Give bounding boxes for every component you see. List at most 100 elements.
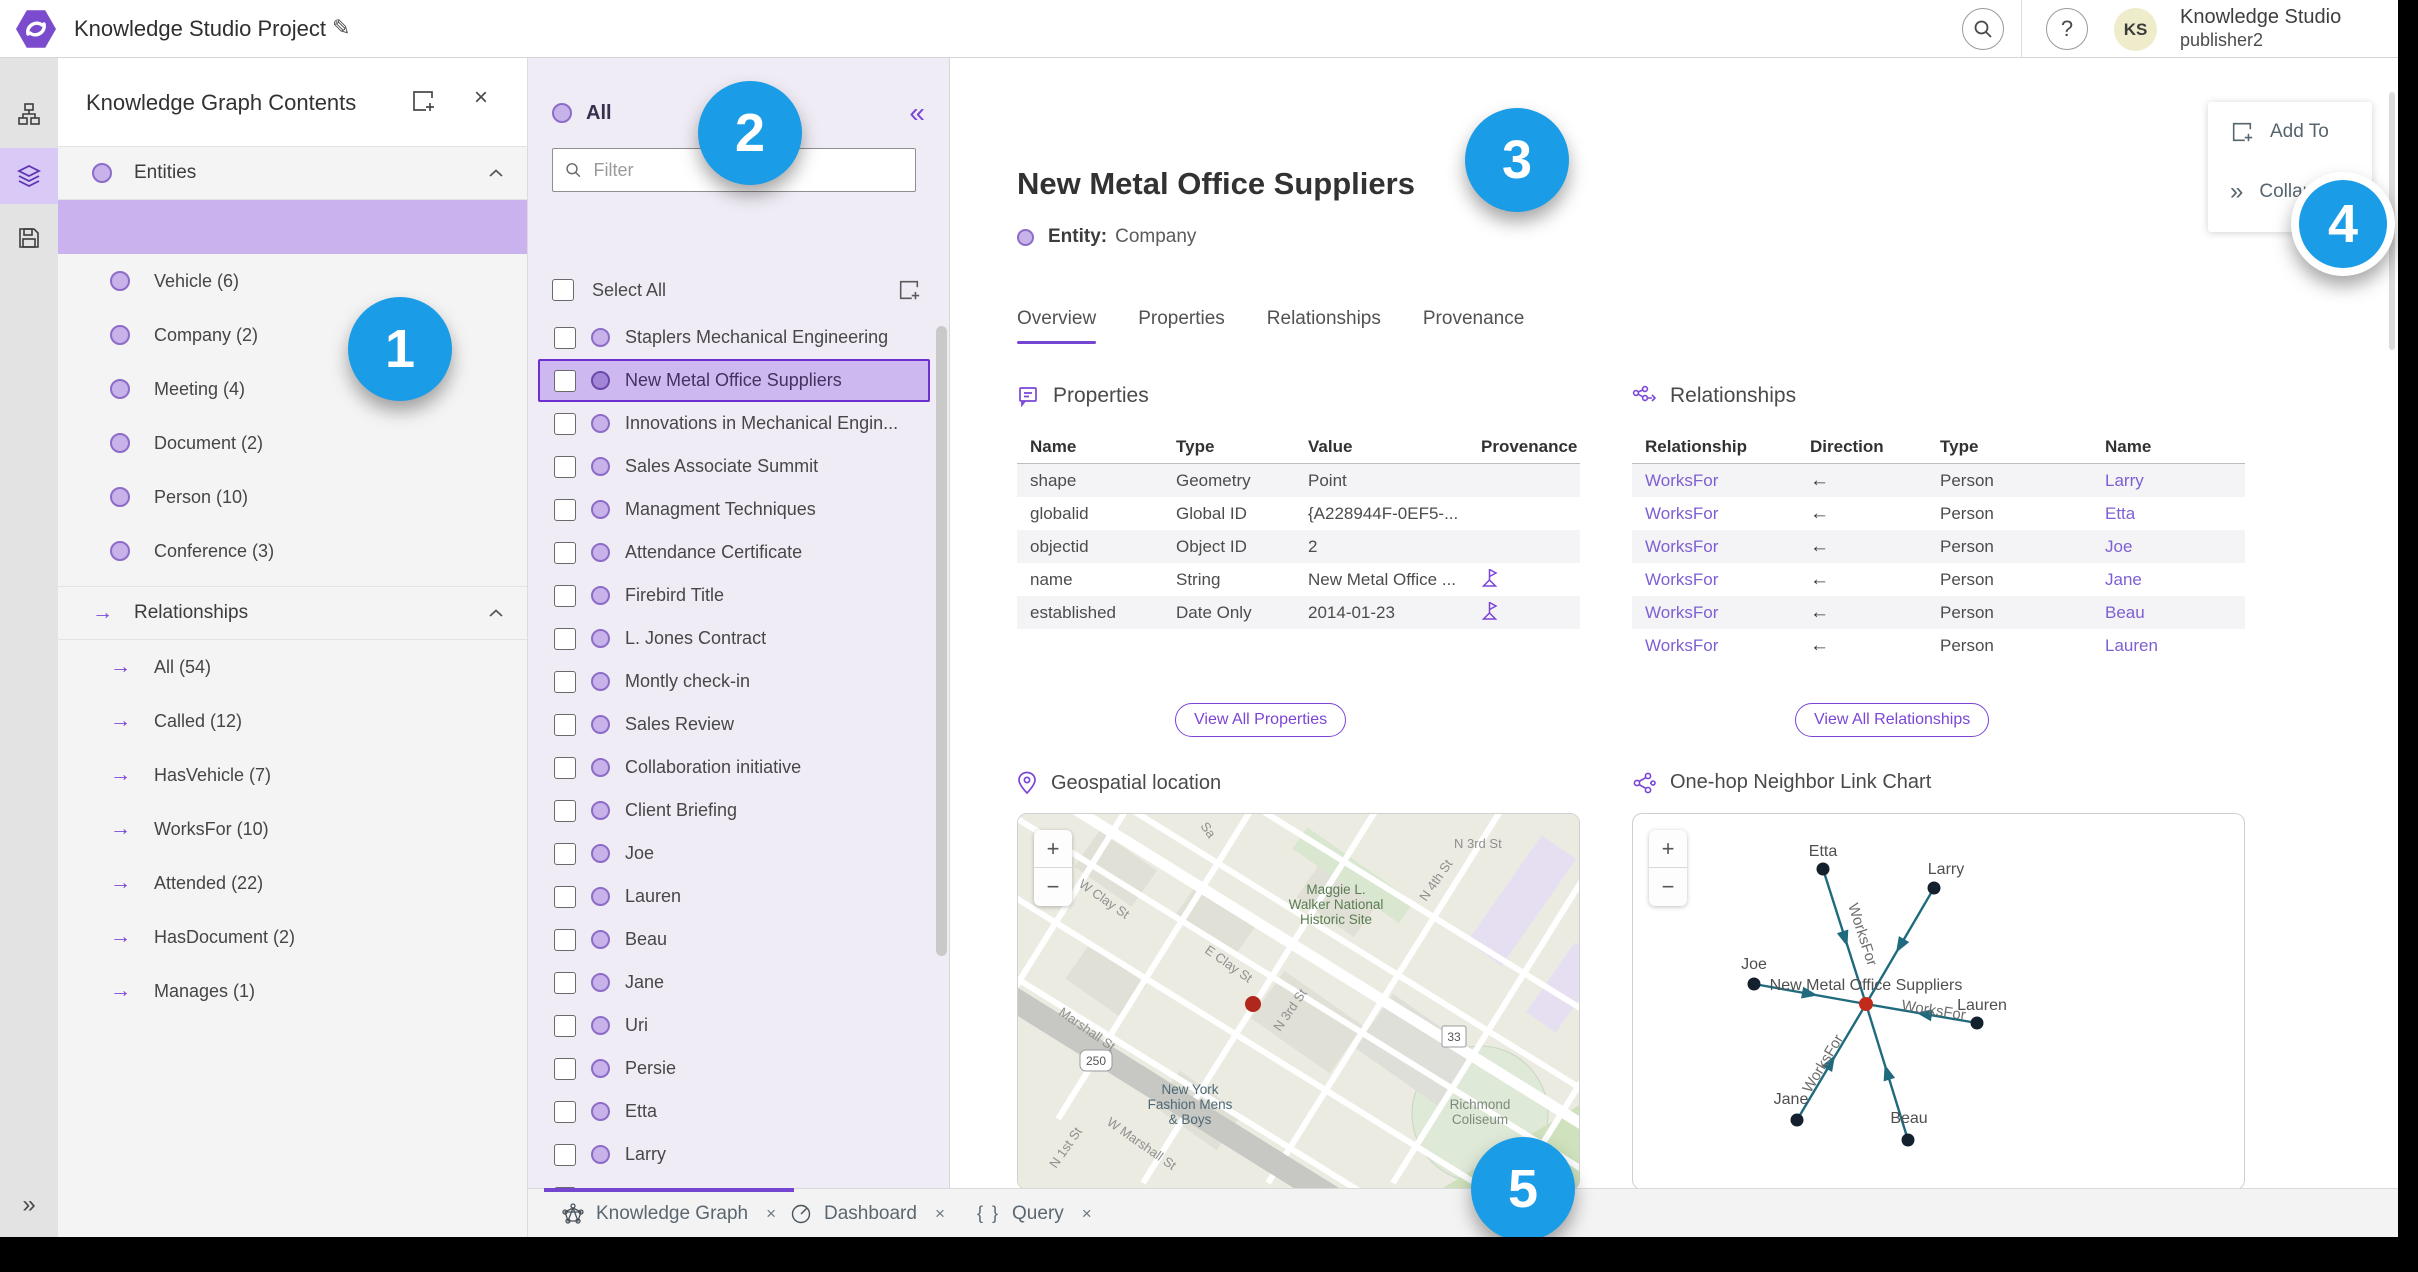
relationship-type-row[interactable]: → All (54) — [58, 640, 527, 694]
close-panel-icon[interactable]: × — [474, 84, 488, 112]
entity-list-item[interactable]: Staplers Mechanical Engineering — [538, 316, 930, 359]
related-entity-link[interactable]: Lauren — [2092, 636, 2245, 656]
entity-type-row[interactable]: Person (10) — [58, 470, 527, 524]
close-tab-icon[interactable]: × — [1082, 1204, 1092, 1224]
item-checkbox[interactable] — [554, 541, 576, 564]
entity-list-item[interactable]: Collaboration initiative — [538, 746, 930, 789]
node-beau[interactable] — [1901, 1133, 1915, 1147]
view-all-properties-button[interactable]: View All Properties — [1175, 703, 1347, 737]
related-entity-link[interactable]: Larry — [2092, 471, 2245, 491]
entity-list-item[interactable]: New Metal Office Suppliers — [538, 359, 930, 402]
close-tab-icon[interactable]: × — [935, 1204, 945, 1224]
related-entity-link[interactable]: Etta — [2092, 504, 2245, 524]
entity-list-item[interactable]: Sales Review — [538, 703, 930, 746]
item-checkbox[interactable] — [554, 369, 576, 392]
add-to-icon[interactable] — [897, 278, 921, 302]
entity-list-item[interactable]: L. Jones Contract — [538, 617, 930, 660]
map-canvas[interactable]: 250 33 W Clay St Marshall St W Marshall … — [1018, 814, 1580, 1190]
expand-rail-button[interactable]: » — [0, 1191, 58, 1219]
node-center-company[interactable] — [1859, 997, 1873, 1011]
item-checkbox[interactable] — [554, 1014, 576, 1037]
entity-type-row[interactable]: Vehicle (6) — [58, 254, 527, 308]
table-row[interactable]: WorksFor ← Person Joe — [1632, 530, 2245, 563]
link-chart-canvas[interactable]: WorksFor WorksFor WorksFor Etta Larry Jo… — [1633, 814, 2245, 1190]
item-checkbox[interactable] — [554, 455, 576, 478]
add-to-menu-item[interactable]: Add To — [2230, 120, 2329, 144]
add-to-map-button[interactable] — [410, 88, 436, 119]
entities-section-header[interactable]: Entities — [58, 146, 527, 200]
entity-type-row[interactable]: Company (2) — [58, 308, 527, 362]
entity-list-item[interactable]: Persie — [538, 1047, 930, 1090]
entity-list-item[interactable]: Beau — [538, 918, 930, 961]
relationship-type-row[interactable]: → Manages (1) — [58, 964, 527, 1018]
zoom-out-button[interactable]: − — [1649, 868, 1687, 906]
node-etta[interactable] — [1816, 862, 1830, 876]
item-checkbox[interactable] — [554, 799, 576, 822]
node-larry[interactable] — [1927, 881, 1941, 895]
table-row[interactable]: WorksFor ← Person Jane — [1632, 563, 2245, 596]
item-checkbox[interactable] — [554, 971, 576, 994]
item-checkbox[interactable] — [554, 756, 576, 779]
relationship-link[interactable]: WorksFor — [1632, 504, 1797, 524]
table-row[interactable]: shape Geometry Point — [1017, 464, 1580, 497]
search-button[interactable] — [1962, 8, 2004, 50]
sidebar-item-contents[interactable] — [0, 148, 58, 204]
item-checkbox[interactable] — [554, 1143, 576, 1166]
table-row[interactable]: established Date Only 2014-01-23 — [1017, 596, 1580, 629]
table-row[interactable]: globalid Global ID {A228944F-0EF5-... — [1017, 497, 1580, 530]
user-info[interactable]: Knowledge Studio publisher2 — [2180, 6, 2341, 52]
sidebar-item-schema[interactable] — [0, 86, 58, 142]
relationships-section-header[interactable]: → Relationships — [58, 586, 527, 640]
entity-list-item[interactable]: Joe — [538, 832, 930, 875]
relationship-type-row[interactable]: → WorksFor (10) — [58, 802, 527, 856]
table-row[interactable]: WorksFor ← Person Etta — [1632, 497, 2245, 530]
relationship-link[interactable]: WorksFor — [1632, 537, 1797, 557]
item-checkbox[interactable] — [554, 1100, 576, 1123]
related-entity-link[interactable]: Joe — [2092, 537, 2245, 557]
zoom-out-button[interactable]: − — [1034, 868, 1072, 906]
item-checkbox[interactable] — [554, 1057, 576, 1080]
related-entity-link[interactable]: Jane — [2092, 570, 2245, 590]
table-row[interactable]: WorksFor ← Person Beau — [1632, 596, 2245, 629]
relationship-link[interactable]: WorksFor — [1632, 570, 1797, 590]
item-checkbox[interactable] — [554, 412, 576, 435]
entity-type-row[interactable]: Conference (3) — [58, 524, 527, 578]
collapse-panel-icon[interactable]: « — [909, 97, 925, 129]
item-checkbox[interactable] — [554, 326, 576, 349]
table-row[interactable]: WorksFor ← Person Larry — [1632, 464, 2245, 497]
tab-query[interactable]: { } Query × — [977, 1189, 1092, 1238]
tab-knowledge-graph[interactable]: Knowledge Graph × — [543, 1188, 795, 1238]
item-checkbox[interactable] — [554, 627, 576, 650]
item-checkbox[interactable] — [554, 713, 576, 736]
entity-list-item[interactable]: Attendance Certificate — [538, 531, 930, 574]
zoom-in-button[interactable]: + — [1034, 830, 1072, 868]
select-all-checkbox[interactable] — [552, 279, 574, 301]
entity-list-item[interactable]: Lauren — [538, 875, 930, 918]
view-all-relationships-button[interactable]: View All Relationships — [1795, 703, 1990, 737]
help-button[interactable]: ? — [2046, 8, 2088, 50]
node-joe[interactable] — [1747, 977, 1761, 991]
entity-list-item[interactable]: Montly check-in — [538, 660, 930, 703]
entity-list-item[interactable]: Uri — [538, 1004, 930, 1047]
entity-list-item[interactable]: Jane — [538, 961, 930, 1004]
entity-list-item[interactable]: Sales Associate Summit — [538, 445, 930, 488]
item-checkbox[interactable] — [554, 670, 576, 693]
item-checkbox[interactable] — [554, 928, 576, 951]
relationship-type-row[interactable]: → HasVehicle (7) — [58, 748, 527, 802]
close-tab-icon[interactable]: × — [766, 1204, 776, 1224]
zoom-in-button[interactable]: + — [1649, 830, 1687, 868]
list-scrollbar[interactable] — [936, 326, 947, 956]
entity-list-item[interactable]: Innovations in Mechanical Engin... — [538, 402, 930, 445]
relationship-link[interactable]: WorksFor — [1632, 471, 1797, 491]
entity-list-item[interactable]: Firebird Title — [538, 574, 930, 617]
entity-type-row[interactable]: Document (2) — [58, 416, 527, 470]
detail-tab[interactable]: Relationships — [1267, 308, 1381, 344]
item-checkbox[interactable] — [554, 498, 576, 521]
detail-tab[interactable]: Properties — [1138, 308, 1225, 344]
app-logo-icon[interactable] — [16, 10, 56, 48]
provenance-flag-icon[interactable] — [1481, 568, 1498, 587]
detail-tab[interactable]: Provenance — [1423, 308, 1524, 344]
user-avatar[interactable]: KS — [2114, 8, 2157, 51]
relationship-link[interactable]: WorksFor — [1632, 603, 1797, 623]
detail-tab[interactable]: Overview — [1017, 308, 1097, 344]
